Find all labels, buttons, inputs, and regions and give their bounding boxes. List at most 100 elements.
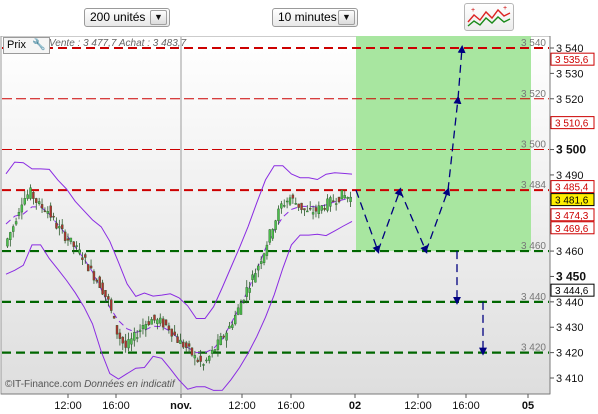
candle [242,299,246,302]
price-badge-label: 3 474,3 [555,211,589,222]
y-tick-label: 3 420 [556,348,584,360]
quote-text: Vente : 3 477,7 Achat : 3 483,7 [49,38,187,49]
candle [193,355,197,359]
copyright: ©IT-Finance.com Données en indicatif [5,379,175,390]
candle [49,205,52,218]
candle [187,343,191,347]
candle [297,203,300,208]
candle [43,210,47,212]
candle [66,238,70,241]
candle [17,212,21,216]
candle [141,325,145,330]
price-chart[interactable]: 3 5403 5203 5003 4843 4603 4403 420 3 54… [0,36,598,414]
level-label: 3 500 [521,140,546,151]
chart-strategy-icon: + + [467,5,511,27]
price-badge-label: 3 510,6 [555,119,589,130]
candle [259,261,263,264]
candle [234,314,237,325]
candle [349,196,352,202]
x-tick-label: 12:00 [404,400,432,412]
candle [216,339,220,350]
candle [222,335,225,338]
level-label: 3 520 [521,89,546,100]
candle [58,226,61,229]
candle [55,222,58,229]
svg-text:+: + [471,7,475,14]
wrench-icon[interactable]: 🔧 [32,38,46,53]
candle [75,245,78,247]
candle [196,359,199,362]
chevron-down-icon[interactable]: ▼ [338,10,355,25]
candle [314,207,318,212]
x-tick-label: 12:00 [54,400,82,412]
y-tick-label: 3 440 [556,297,584,309]
candle [6,238,9,247]
candle [225,332,228,341]
y-tick-label: 3 530 [556,68,584,80]
candle [104,290,107,297]
candle [133,332,136,341]
candle [138,329,142,332]
candle [326,198,329,211]
candle [257,265,260,271]
candle [248,288,251,293]
candle [334,203,338,205]
strategy-button[interactable]: + + [464,3,514,31]
candle [86,264,90,272]
candle [288,197,292,205]
candle [112,316,116,319]
x-axis-ticks: 12:00 16:00 nov. 12:00 16:00 02 12:00 16:00 05 [54,394,534,412]
candle [205,359,208,362]
candle [251,274,254,280]
candle [32,192,35,199]
prix-selector[interactable]: Prix 🔧 [3,37,50,54]
candle [46,211,50,214]
candle [343,195,347,199]
y-tick-label: 3 410 [556,373,584,385]
candle [179,339,182,344]
candle [40,204,44,209]
candle [182,341,185,348]
candle [107,296,110,300]
candle [311,212,315,215]
candle [219,336,223,345]
level-label: 3 540 [521,38,546,49]
x-tick-label: 16:00 [102,400,130,412]
candle [262,253,266,263]
candle [170,328,174,337]
candle [199,355,202,362]
candle [11,226,15,232]
x-tick-label: 16:00 [277,400,305,412]
bull-zone [356,36,531,252]
y-tick-label: 3 450 [556,269,586,283]
candle [144,324,148,330]
candle [115,325,119,335]
prix-label: Prix [7,39,26,51]
candle [306,210,309,213]
y-tick-label: 3 500 [556,143,586,157]
svg-text:+: + [503,5,507,12]
candle [121,336,124,344]
candle [37,201,41,205]
x-tick-label: 16:00 [452,400,480,412]
candle [72,241,75,247]
quantity-select[interactable]: 200 unités ▼ [84,8,170,27]
candle [329,197,332,207]
candle [303,208,306,211]
x-tick-label: 05 [522,400,534,412]
chevron-down-icon[interactable]: ▼ [150,10,167,25]
candle [317,205,321,215]
toolbar: 200 unités ▼ 10 minutes ▼ + + [0,0,598,36]
candle [277,208,280,222]
candle [156,319,159,324]
y-tick-label: 3 460 [556,246,584,258]
candle [150,319,153,325]
candle [89,265,93,269]
candle [167,325,171,330]
candle [161,318,165,328]
candle [280,203,283,209]
y-tick-label: 3 430 [556,322,584,334]
candle [228,325,231,329]
period-select[interactable]: 10 minutes ▼ [272,8,358,27]
candle [110,299,113,311]
